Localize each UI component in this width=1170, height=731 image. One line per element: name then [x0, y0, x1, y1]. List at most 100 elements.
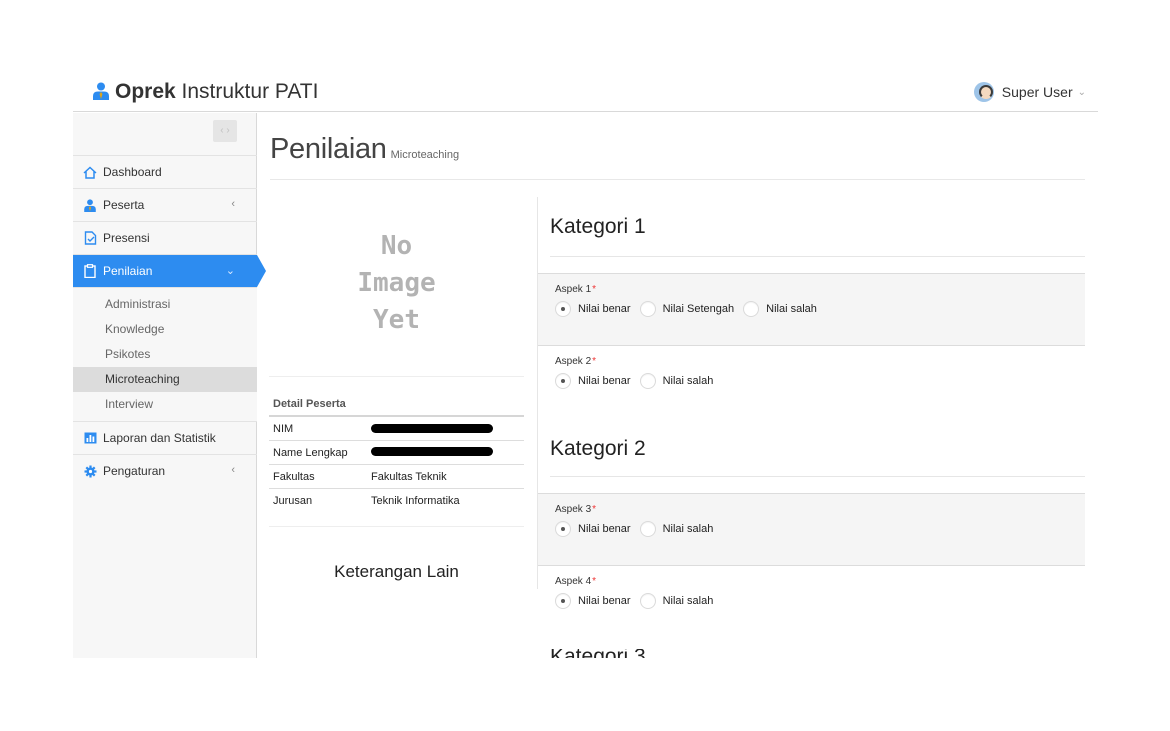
radio-option-nilai-salah[interactable]: Nilai salah — [639, 373, 714, 389]
radio-option-nilai-salah[interactable]: Nilai salah — [639, 521, 714, 537]
radio-button[interactable] — [555, 301, 571, 317]
detail-peserta-table: NIM Name Lengkap Fakultas Fakultas Tekni… — [269, 415, 524, 512]
radio-label: Nilai benar — [578, 303, 631, 315]
submenu-item-microteaching[interactable]: Microteaching — [73, 367, 257, 392]
table-row: Fakultas Fakultas Teknik — [269, 464, 524, 488]
sidebar-item-label: Peserta — [103, 198, 145, 212]
aspek-3: Aspek 3* Nilai benar Nilai salah — [538, 493, 1085, 566]
title-divider — [270, 179, 1085, 180]
detail-key: Fakultas — [273, 470, 315, 483]
chevron-down-icon: ⌄ — [1077, 86, 1086, 98]
radio-option-nilai-setengah[interactable]: Nilai Setengah — [639, 301, 734, 317]
kategori-divider — [550, 256, 1085, 257]
top-bar: Oprek Instruktur PATI Super User ⌄ — [73, 76, 1098, 112]
detail-key: Name Lengkap — [273, 446, 348, 459]
radio-option-nilai-benar[interactable]: Nilai benar — [555, 301, 631, 317]
sidebar-item-laporan[interactable]: Laporan dan Statistik — [73, 421, 257, 454]
radio-button[interactable] — [555, 593, 571, 609]
radio-label: Nilai salah — [662, 375, 714, 387]
radio-button[interactable] — [639, 373, 656, 389]
photo-divider — [269, 376, 524, 377]
radio-button[interactable] — [639, 521, 656, 537]
submenu-item-knowledge[interactable]: Knowledge — [73, 317, 257, 342]
redaction-bar — [371, 447, 493, 457]
aspek-label-text: Aspek 2 — [555, 356, 592, 367]
page-subtitle: Microteaching — [390, 149, 460, 161]
participant-photo: No Image Yet — [269, 200, 524, 380]
submenu-item-psikotes[interactable]: Psikotes — [73, 342, 257, 367]
kategori-heading-partial-text: Kategori 3 — [550, 649, 660, 658]
home-icon — [83, 165, 97, 179]
user-name: Super User — [1001, 84, 1073, 100]
detail-value — [367, 440, 524, 464]
sidebar-collapse-button[interactable]: ‹ › — [213, 120, 237, 142]
app-window: Oprek Instruktur PATI Super User ⌄ ‹ › D… — [0, 0, 1170, 731]
radio-option-nilai-salah[interactable]: Nilai salah — [639, 593, 713, 609]
aspek-label: Aspek 3* — [555, 504, 596, 515]
detail-value: Teknik Informatika — [371, 494, 460, 507]
submenu-item-administrasi[interactable]: Administrasi — [73, 292, 257, 317]
radio-option-nilai-benar[interactable]: Nilai benar — [555, 593, 631, 609]
aspek-4: Aspek 4* Nilai benar Nilai salah — [538, 565, 1085, 638]
penilaian-submenu: Administrasi Knowledge Psikotes Microtea… — [73, 287, 257, 421]
aspek-label: Aspek 4* — [555, 576, 596, 587]
sidebar-item-label: Pengaturan — [103, 464, 166, 478]
radio-group: Nilai benar Nilai salah — [555, 373, 722, 389]
sidebar-item-penilaian[interactable]: Penilaian ⌄ — [73, 254, 266, 287]
radio-button[interactable] — [555, 521, 571, 537]
radio-button[interactable] — [743, 301, 760, 317]
redaction-bar — [371, 423, 493, 433]
aspek-label: Aspek 1* — [555, 284, 596, 295]
radio-group: Nilai benar Nilai salah — [555, 593, 722, 609]
submenu-item-interview[interactable]: Interview — [73, 392, 257, 417]
radio-option-nilai-salah[interactable]: Nilai salah — [743, 301, 817, 317]
sidebar-item-pengaturan[interactable]: Pengaturan ‹ — [73, 454, 257, 487]
user-menu[interactable]: Super User ⌄ — [973, 82, 1086, 102]
aspek-2: Aspek 2* Nilai benar Nilai salah — [538, 345, 1085, 418]
sidebar-item-presensi[interactable]: Presensi — [73, 221, 257, 254]
gear-icon — [83, 464, 97, 478]
brand-name-rest: Instruktur PATI — [175, 80, 319, 103]
table-row: NIM — [269, 416, 524, 440]
bar-chart-icon — [83, 431, 97, 445]
detail-divider — [269, 526, 524, 527]
avatar — [973, 82, 994, 102]
radio-group: Nilai benar Nilai salah — [555, 521, 722, 537]
keterangan-lain-heading: Keterangan Lain — [334, 562, 459, 581]
radio-label: Nilai benar — [578, 375, 631, 387]
radio-button[interactable] — [555, 373, 571, 389]
table-row: Name Lengkap — [269, 440, 524, 464]
no-image-line: Yet — [373, 305, 420, 335]
page-title-text: Penilaian — [270, 133, 387, 165]
no-image-line: Image — [357, 268, 436, 298]
page-title: Penilaian Microteaching — [270, 133, 459, 166]
radio-button[interactable] — [639, 593, 656, 609]
no-image-line: No — [380, 231, 413, 261]
table-row: Jurusan Teknik Informatika — [269, 488, 524, 512]
radio-label: Nilai salah — [766, 303, 817, 315]
radio-option-nilai-benar[interactable]: Nilai benar — [555, 373, 631, 389]
radio-label: Nilai benar — [578, 523, 631, 535]
chevron-left-icon: ‹ — [231, 464, 235, 476]
sidebar-item-label: Presensi — [103, 231, 150, 245]
required-mark: * — [592, 284, 597, 295]
sidebar: ‹ › Dashboard Peserta ‹ Presensi Penilai… — [73, 113, 266, 658]
radio-label: Nilai salah — [662, 523, 714, 535]
kategori-heading: Kategori 2 — [550, 437, 646, 460]
sidebar-item-label: Penilaian — [103, 264, 153, 278]
radio-option-nilai-benar[interactable]: Nilai benar — [555, 521, 631, 537]
detail-key: NIM — [273, 423, 294, 435]
user-tie-icon — [93, 82, 109, 106]
radio-button[interactable] — [639, 301, 656, 317]
no-image-placeholder: No Image Yet — [269, 228, 524, 339]
chevron-down-icon: ⌄ — [225, 265, 235, 277]
aspek-label-text: Aspek 4 — [555, 576, 592, 587]
sidebar-item-peserta[interactable]: Peserta ‹ — [73, 188, 257, 221]
brand-logo[interactable]: Oprek Instruktur PATI — [93, 80, 318, 106]
sidebar-item-dashboard[interactable]: Dashboard — [73, 155, 257, 188]
detail-value: Fakultas Teknik — [371, 470, 447, 483]
sidebar-item-label: Laporan dan Statistik — [103, 431, 216, 445]
sidebar-item-label: Dashboard — [103, 165, 162, 179]
aspek-label-text: Aspek 3 — [555, 504, 592, 515]
radio-group: Nilai benar Nilai Setengah Nilai salah — [555, 301, 826, 317]
